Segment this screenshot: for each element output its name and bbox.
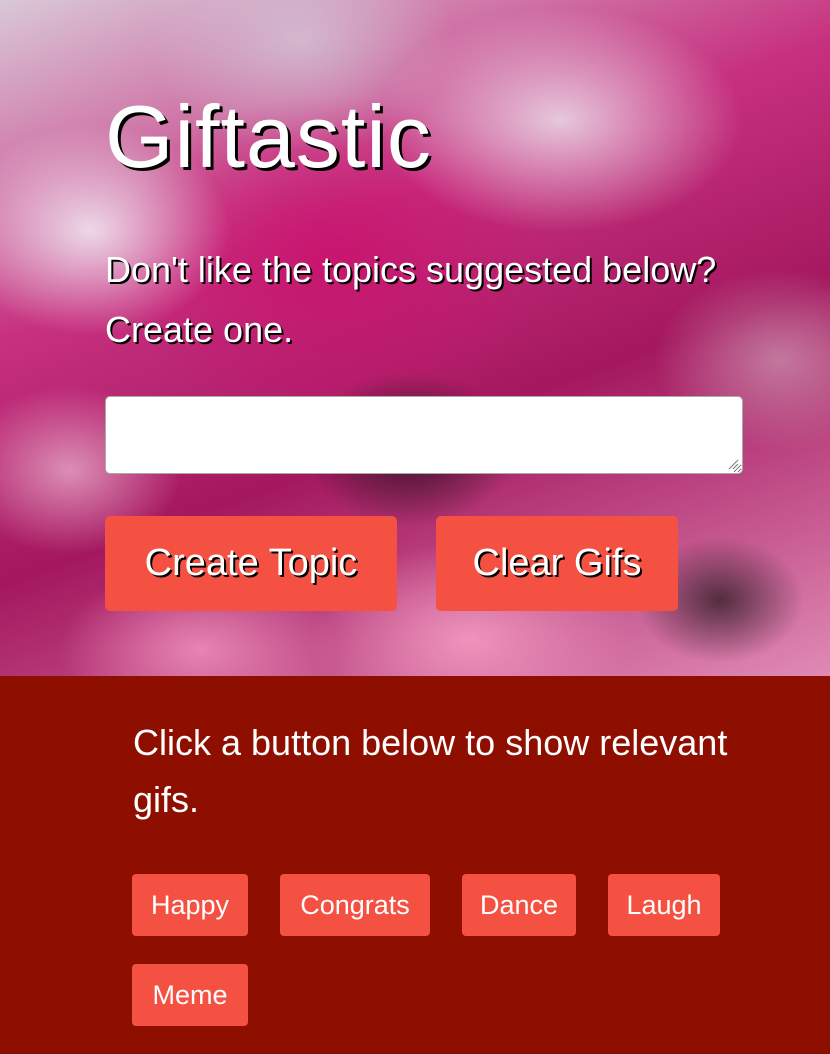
- topic-button-laugh[interactable]: Laugh: [608, 874, 720, 936]
- create-topic-button[interactable]: Create Topic: [105, 516, 397, 611]
- topic-button-dance[interactable]: Dance: [462, 874, 576, 936]
- topic-button-meme[interactable]: Meme: [132, 964, 248, 1026]
- page: Giftastic Don't like the topics suggeste…: [0, 0, 830, 1054]
- topic-button-congrats[interactable]: Congrats: [280, 874, 430, 936]
- topics-section: Click a button below to show relevant gi…: [0, 676, 830, 1054]
- topic-button-happy[interactable]: Happy: [132, 874, 248, 936]
- topic-input[interactable]: [105, 396, 743, 474]
- create-topic-prompt: Don't like the topics suggested below? C…: [105, 249, 717, 350]
- clear-gifs-button[interactable]: Clear Gifs: [436, 516, 678, 611]
- topics-instruction: Click a button below to show relevant gi…: [133, 722, 728, 820]
- hero-section: Giftastic Don't like the topics suggeste…: [0, 0, 830, 676]
- page-title: Giftastic: [105, 87, 432, 186]
